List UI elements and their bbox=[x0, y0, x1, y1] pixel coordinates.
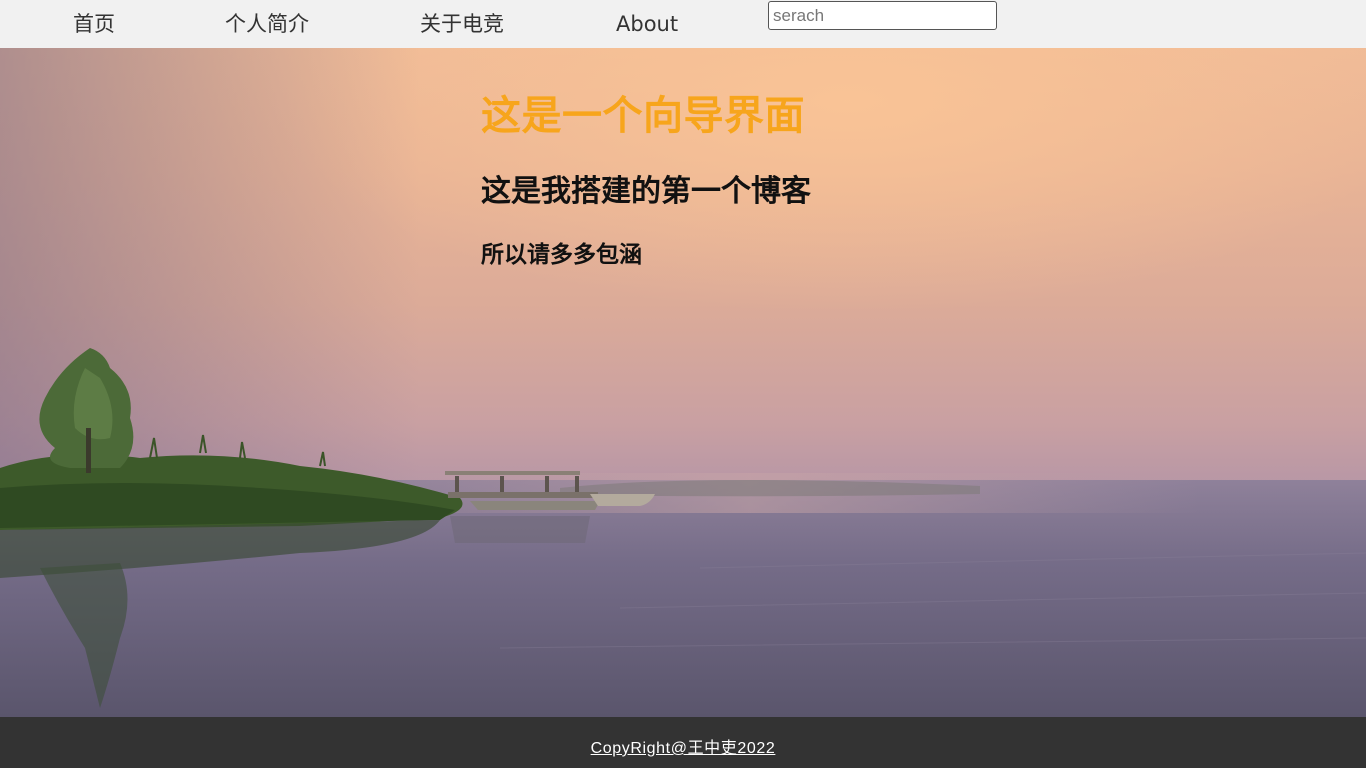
nav-link-esports[interactable]: 关于电竞 bbox=[420, 9, 504, 39]
nav-link-profile[interactable]: 个人简介 bbox=[225, 9, 309, 39]
nav-link-about[interactable]: About bbox=[616, 9, 678, 39]
copyright-link[interactable]: CopyRight@王中吏2022 bbox=[591, 734, 776, 758]
page-footer: CopyRight@王中吏2022 bbox=[0, 717, 1366, 768]
hero-subtitle: 这是我搭建的第一个博客 bbox=[481, 174, 811, 209]
hero-banner: 这是一个向导界面 这是我搭建的第一个博客 所以请多多包涵 bbox=[0, 48, 1366, 717]
hero-note: 所以请多多包涵 bbox=[481, 242, 642, 268]
lake-landscape-image bbox=[0, 48, 1366, 717]
search-input[interactable] bbox=[768, 1, 997, 30]
nav-link-home[interactable]: 首页 bbox=[73, 9, 115, 39]
top-nav: 首页 个人简介 关于电竞 About bbox=[0, 0, 1366, 48]
hero-title: 这是一个向导界面 bbox=[481, 93, 805, 139]
